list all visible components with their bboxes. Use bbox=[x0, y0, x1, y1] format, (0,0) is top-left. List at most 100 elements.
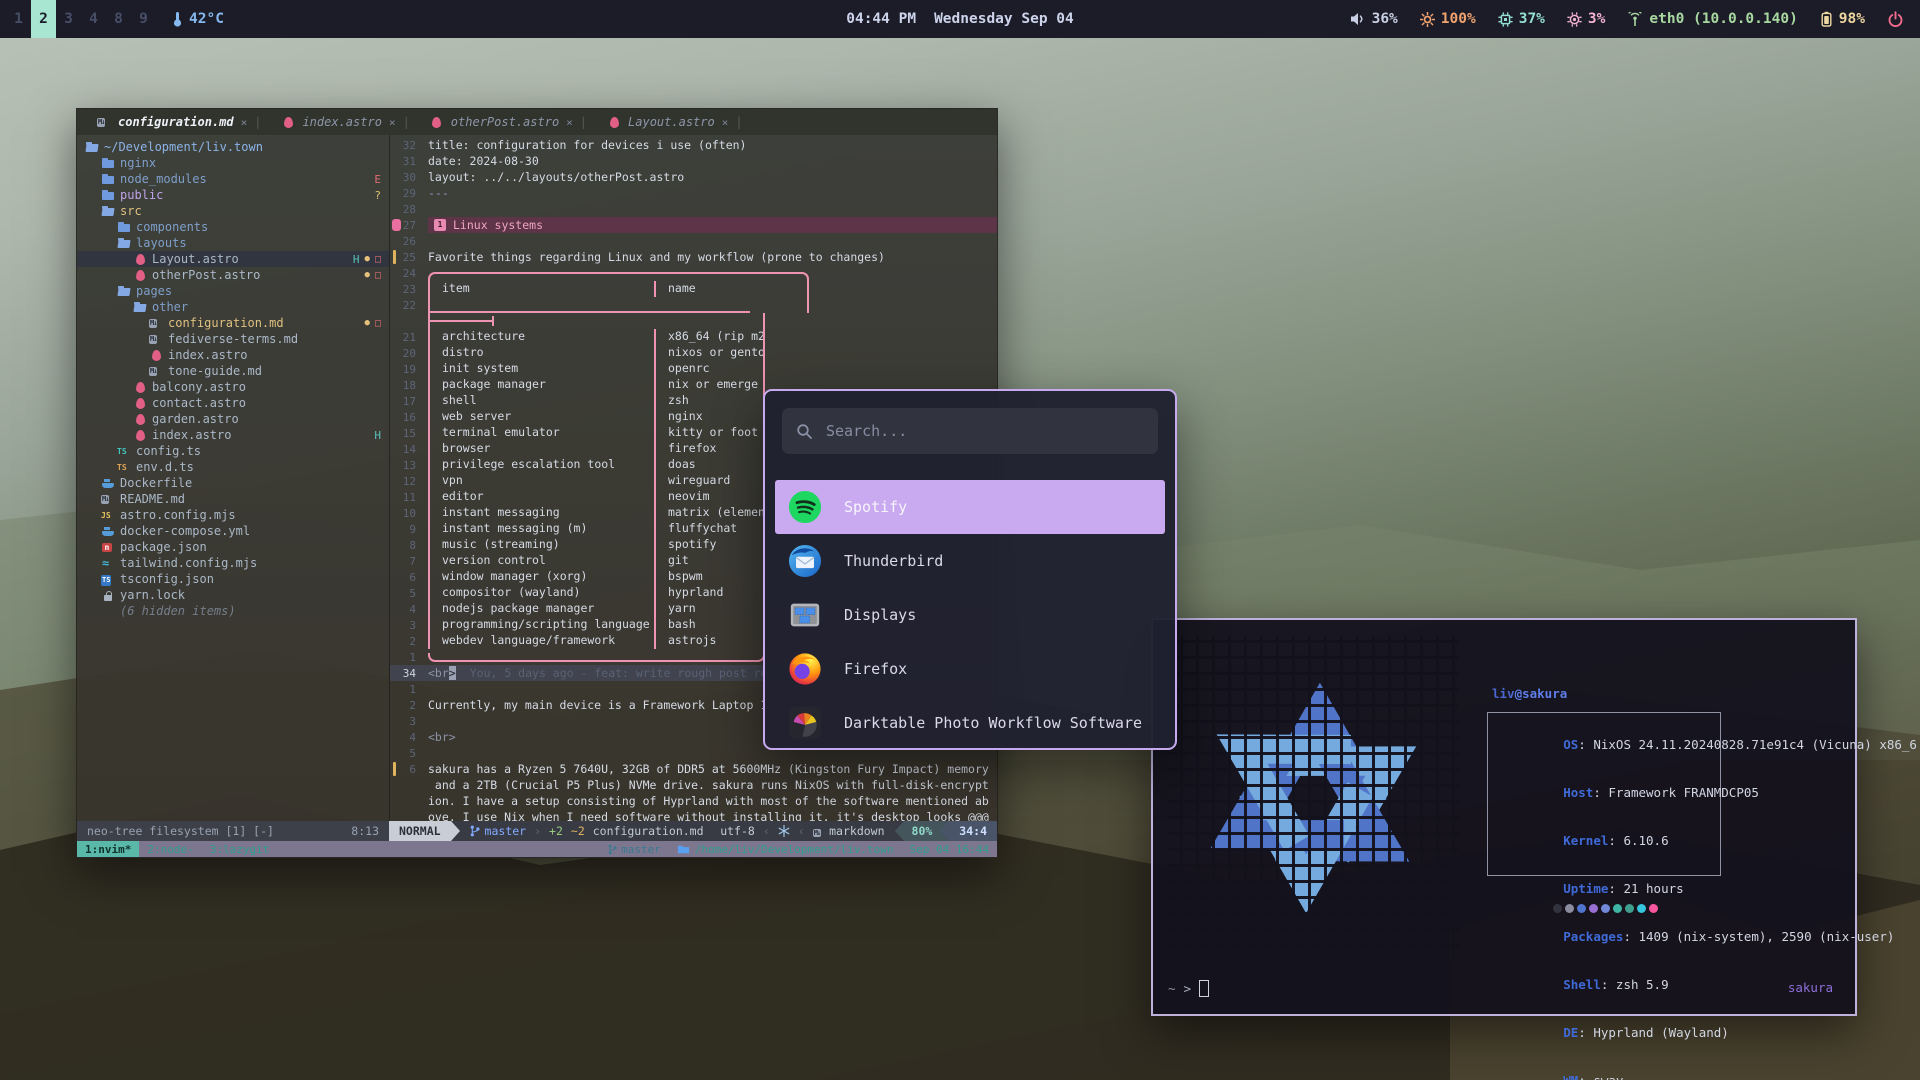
speaker-icon bbox=[1350, 12, 1366, 26]
pixel-grid-overlay bbox=[1167, 636, 1459, 960]
tree-item[interactable]: layouts bbox=[77, 235, 389, 251]
tree-item[interactable]: README.md bbox=[77, 491, 389, 507]
tree-item[interactable]: docker-compose.yml bbox=[77, 523, 389, 539]
tree-item[interactable]: tsconfig.json bbox=[77, 571, 389, 587]
tree-item[interactable]: nginx bbox=[77, 155, 389, 171]
neotree-statusline: neo-tree filesystem [1] [-]8:13 bbox=[77, 821, 389, 841]
tree-item[interactable]: ~/Development/liv.town bbox=[77, 139, 389, 155]
launcher-item-thunderbird[interactable]: Thunderbird bbox=[775, 534, 1165, 588]
tmux-statusbar: 1:nvim*2:node-3:lazygit master /home/liv… bbox=[77, 841, 997, 857]
tree-item[interactable]: index.astro H bbox=[77, 427, 389, 443]
tree-item[interactable]: tone-guide.md bbox=[77, 363, 389, 379]
tab-close-icon[interactable]: × bbox=[722, 116, 729, 129]
volume-module[interactable]: 36% bbox=[1350, 11, 1398, 27]
tree-item[interactable]: config.ts bbox=[77, 443, 389, 459]
git-diagnostic-mark: ● bbox=[365, 254, 370, 264]
editor-line: ion. I have a setup consisting of Hyprla… bbox=[390, 793, 997, 809]
workspace-button[interactable]: 1 bbox=[6, 0, 31, 38]
clock-time: 04:44 PM bbox=[846, 11, 916, 27]
file-icon bbox=[85, 141, 99, 154]
tree-item[interactable]: node_modules E bbox=[77, 171, 389, 187]
temperature-module: 42°C bbox=[172, 11, 224, 28]
scroll-percent: 80% bbox=[904, 821, 941, 841]
editor-line: 28 bbox=[390, 201, 997, 217]
git-changed-count: ~2 bbox=[571, 824, 585, 838]
file-icon bbox=[101, 573, 115, 586]
search-input[interactable] bbox=[824, 421, 1144, 441]
tree-item[interactable]: public ? bbox=[77, 187, 389, 203]
file-icon bbox=[101, 157, 115, 170]
tree-item[interactable]: balcony.astro bbox=[77, 379, 389, 395]
shell-prompt[interactable]: ~ > bbox=[1168, 980, 1209, 997]
editor-tab[interactable]: otherPost.astro × | bbox=[420, 109, 597, 135]
tab-close-icon[interactable]: × bbox=[389, 116, 396, 129]
network-module[interactable]: eth0 (10.0.0.140) bbox=[1627, 11, 1797, 27]
tree-item[interactable]: garden.astro bbox=[77, 411, 389, 427]
editor-tab[interactable]: configuration.md × | bbox=[87, 109, 271, 135]
tab-close-icon[interactable]: × bbox=[566, 116, 573, 129]
brightness-value: 100% bbox=[1441, 11, 1476, 27]
tree-item[interactable]: astro.config.mjs bbox=[77, 507, 389, 523]
editor-tab[interactable]: Layout.astro × | bbox=[597, 109, 753, 135]
tree-item[interactable]: fediverse-terms.md bbox=[77, 331, 389, 347]
power-button[interactable] bbox=[1887, 11, 1904, 28]
editor-line: 32title: configuration for devices i use… bbox=[390, 137, 997, 153]
file-icon bbox=[101, 605, 115, 618]
gpu-chip-icon bbox=[1567, 12, 1582, 27]
tree-item[interactable]: components bbox=[77, 219, 389, 235]
tree-item[interactable]: other bbox=[77, 299, 389, 315]
tree-item[interactable]: yarn.lock bbox=[77, 587, 389, 603]
workspace-button[interactable]: 3 bbox=[56, 0, 81, 38]
tree-item[interactable]: contact.astro bbox=[77, 395, 389, 411]
tmux-window-tab[interactable]: 2:node- bbox=[139, 841, 201, 857]
tree-item[interactable]: env.d.ts bbox=[77, 459, 389, 475]
tree-item[interactable]: package.json bbox=[77, 539, 389, 555]
tree-item[interactable]: tailwind.config.mjs bbox=[77, 555, 389, 571]
fastfetch-terminal[interactable]: liv@sakura OS: NixOS 24.11.20240828.71e9… bbox=[1151, 618, 1857, 1016]
editor-tab[interactable]: index.astro × | bbox=[271, 109, 419, 135]
tree-item[interactable]: src bbox=[77, 203, 389, 219]
git-blame-text: You, 5 days ago - feat: write rough post… bbox=[470, 666, 768, 680]
file-icon bbox=[133, 301, 147, 314]
file-icon bbox=[101, 477, 115, 490]
table-row: 21 architecturex86_64 (rip m2 pro) bbox=[390, 329, 997, 345]
launcher-item-darktable[interactable]: Darktable Photo Workflow Software bbox=[775, 696, 1165, 750]
editor-line: 6sakura has a Ryzen 5 7640U, 32GB of DDR… bbox=[390, 761, 997, 777]
file-tree: ~/Development/liv.town nginx node_module… bbox=[77, 135, 389, 821]
launcher-item-firefox[interactable]: Firefox bbox=[775, 642, 1165, 696]
tree-item[interactable]: otherPost.astro ●□ bbox=[77, 267, 389, 283]
tmux-window-tab[interactable]: 1:nvim* bbox=[77, 841, 139, 857]
terminal-cursor bbox=[1199, 980, 1209, 997]
statusline-filename: configuration.md bbox=[593, 824, 704, 838]
temperature-value: 42°C bbox=[189, 11, 224, 27]
git-branch-icon bbox=[470, 825, 480, 837]
tree-item[interactable]: Dockerfile bbox=[77, 475, 389, 491]
workspace-button[interactable]: 2 bbox=[31, 0, 56, 38]
launcher-item-spotify[interactable]: Spotify bbox=[775, 480, 1165, 534]
editor-line: 31date: 2024-08-30 bbox=[390, 153, 997, 169]
file-icon bbox=[101, 205, 115, 218]
color-dot bbox=[1625, 904, 1634, 913]
launcher-item-displays[interactable]: Displays bbox=[775, 588, 1165, 642]
tree-item[interactable]: index.astro bbox=[77, 347, 389, 363]
darktable-icon bbox=[788, 706, 822, 740]
tree-item[interactable]: Layout.astro H●□ bbox=[77, 251, 389, 267]
tree-item[interactable]: pages bbox=[77, 283, 389, 299]
fetch-info-line: Shell: zsh 5.9 bbox=[1503, 961, 1917, 1009]
workspace-button[interactable]: 4 bbox=[81, 0, 106, 38]
launcher-search[interactable] bbox=[782, 408, 1158, 454]
terminal-color-palette bbox=[1553, 904, 1658, 913]
table-row: 20 distronixos or gentoo bbox=[390, 345, 997, 361]
os-snowflake-icon bbox=[778, 825, 790, 837]
tab-close-icon[interactable]: × bbox=[241, 116, 248, 129]
tree-item[interactable]: (6 hidden items) bbox=[77, 603, 389, 619]
tmux-git-branch: master bbox=[608, 843, 661, 856]
color-dot bbox=[1589, 904, 1598, 913]
tmux-window-tab[interactable]: 3:lazygit bbox=[202, 841, 278, 857]
battery-value: 98% bbox=[1839, 11, 1865, 27]
tree-item[interactable]: configuration.md ●□ bbox=[77, 315, 389, 331]
git-added-count: +2 bbox=[549, 824, 563, 838]
workspace-button[interactable]: 8 bbox=[106, 0, 131, 38]
brightness-module[interactable]: 100% bbox=[1420, 11, 1476, 27]
workspace-button[interactable]: 9 bbox=[131, 0, 156, 38]
